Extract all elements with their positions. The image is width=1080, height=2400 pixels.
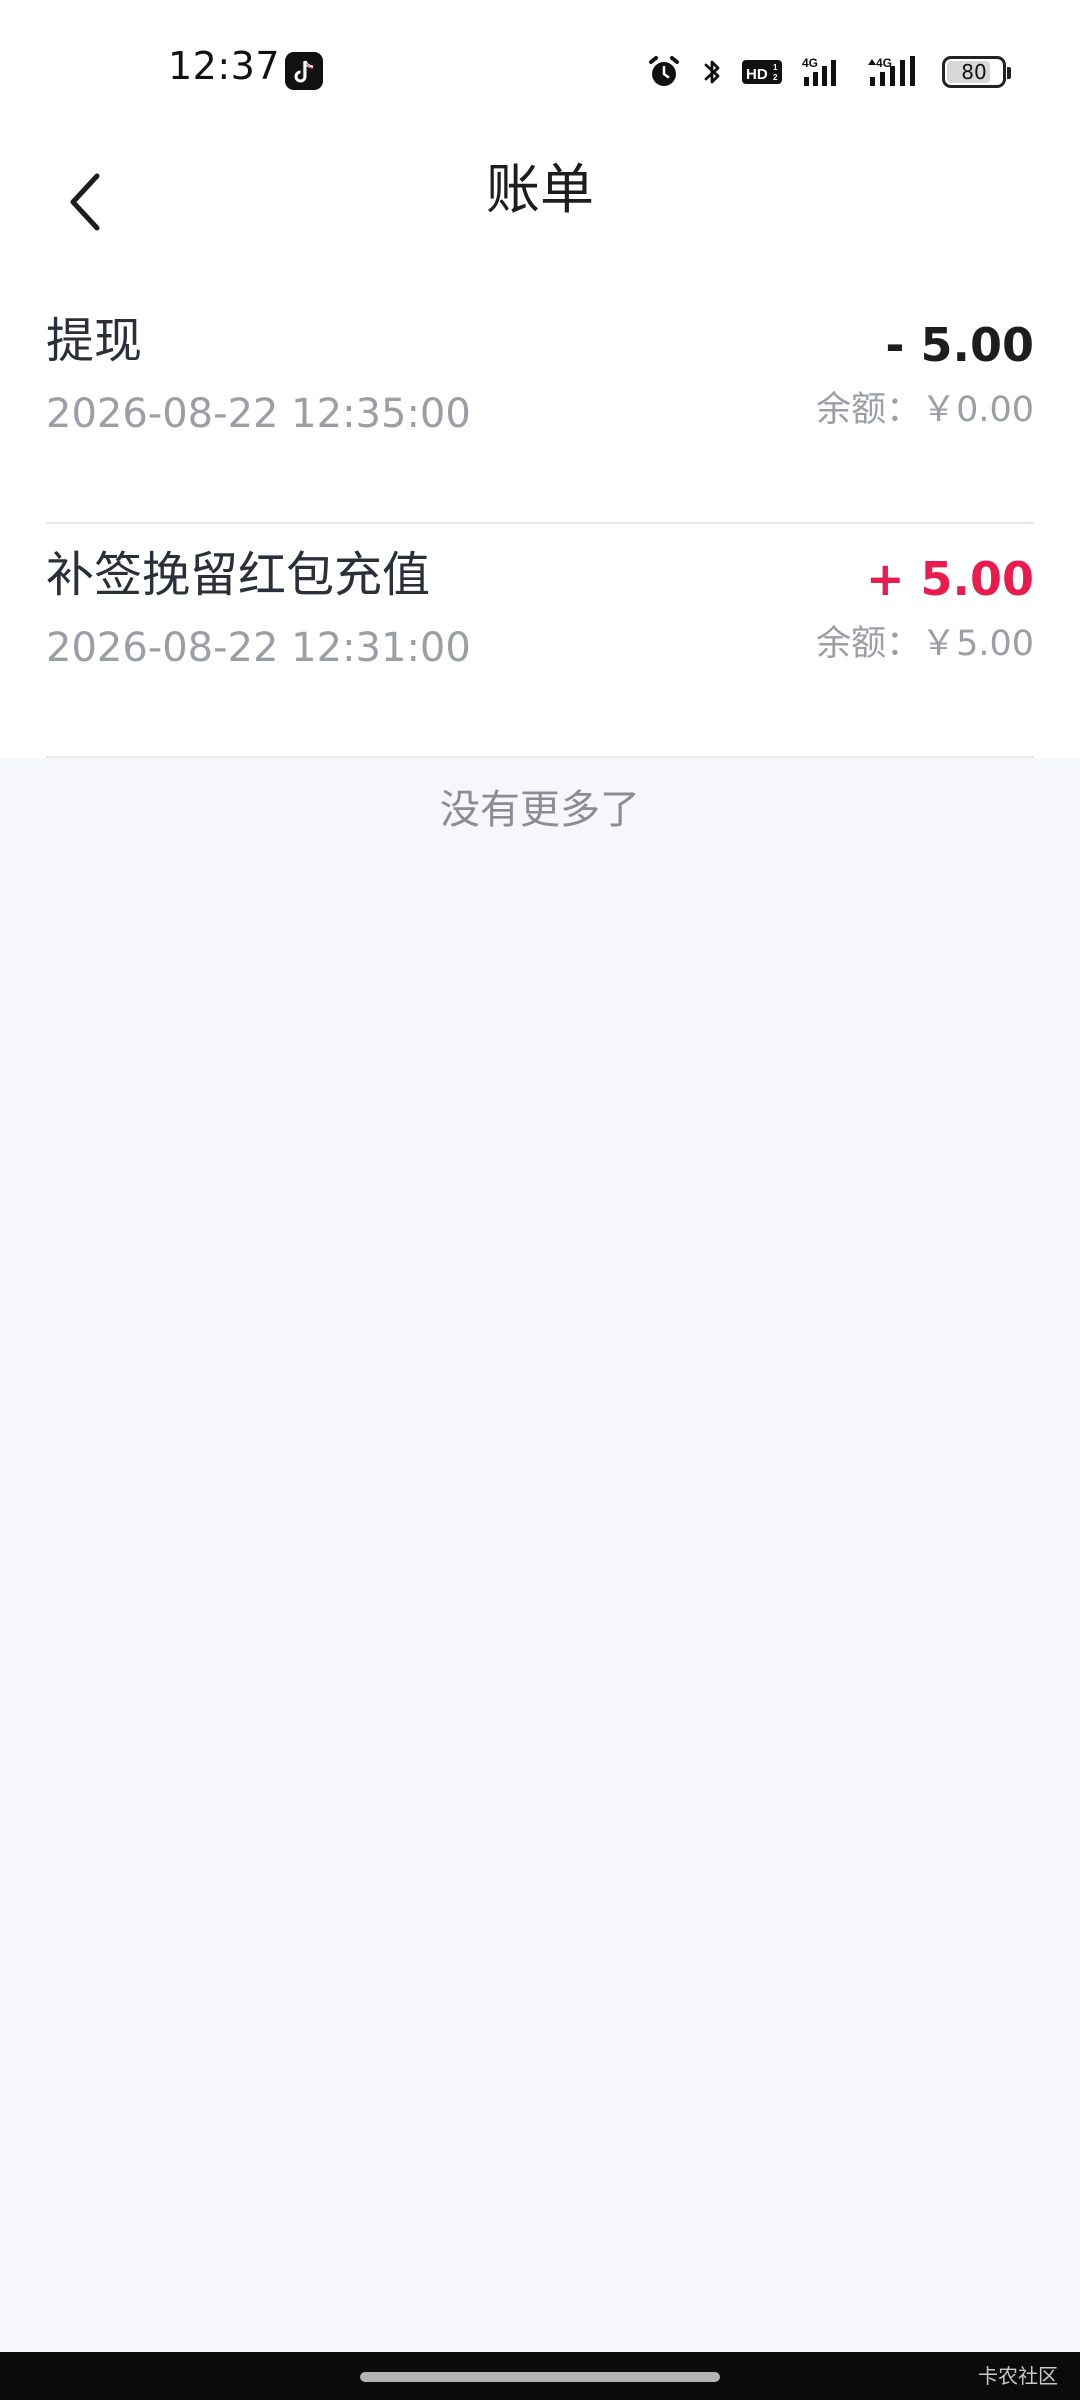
svg-text:4G: 4G [802,56,818,70]
status-icons: HD 1 2 4G 4G 80 [646,50,1011,94]
watermark: 卡农社区 [978,2364,1058,2388]
page-title: 账单 [486,158,594,221]
divider [46,756,1034,758]
bill-item-recharge[interactable]: 补签挽留红包充值 2026-08-22 12:31:00 + 5.00 余额：￥… [0,524,1080,758]
tiktok-glyph-icon [294,60,314,83]
svg-text:4G: 4G [876,56,892,70]
nav-bar: 账单 [0,140,1080,290]
svg-text:1: 1 [773,63,778,72]
home-indicator[interactable] [360,2372,720,2382]
bill-item-balance: 余额：￥0.00 [816,390,1034,430]
bill-item-balance: 余额：￥5.00 [816,624,1034,664]
bill-item-title: 提现 [46,313,143,369]
no-more-text: 没有更多了 [440,787,640,833]
bill-item-time: 2026-08-22 12:31:00 [46,625,471,671]
svg-text:HD: HD [746,66,768,83]
bill-item-amount: - 5.00 [885,318,1034,372]
4g-signal-icon: 4G [802,56,836,86]
gesture-navigation-bar: 卡农社区 [0,2352,1080,2400]
status-bar: 12:37 HD 1 2 4G 4G 80 [0,0,1080,140]
bluetooth-icon [704,60,720,84]
tiktok-icon [285,52,323,90]
bill-item-time: 2026-08-22 12:35:00 [46,391,471,437]
svg-text:2: 2 [773,73,778,82]
4g-signal-icon: 4G [868,56,915,86]
bill-item-title: 补签挽留红包充值 [46,547,431,603]
battery-level: 80 [961,60,987,84]
hd-icon: HD 1 2 [742,60,782,84]
bill-item-amount: + 5.00 [865,552,1034,606]
bill-item-withdrawal[interactable]: 提现 2026-08-22 12:35:00 - 5.00 余额：￥0.00 [0,290,1080,524]
status-time: 12:37 [168,44,281,88]
bill-list: 提现 2026-08-22 12:35:00 - 5.00 余额：￥0.00 补… [0,290,1080,758]
alarm-icon [649,56,679,86]
battery-icon: 80 [942,56,1011,88]
